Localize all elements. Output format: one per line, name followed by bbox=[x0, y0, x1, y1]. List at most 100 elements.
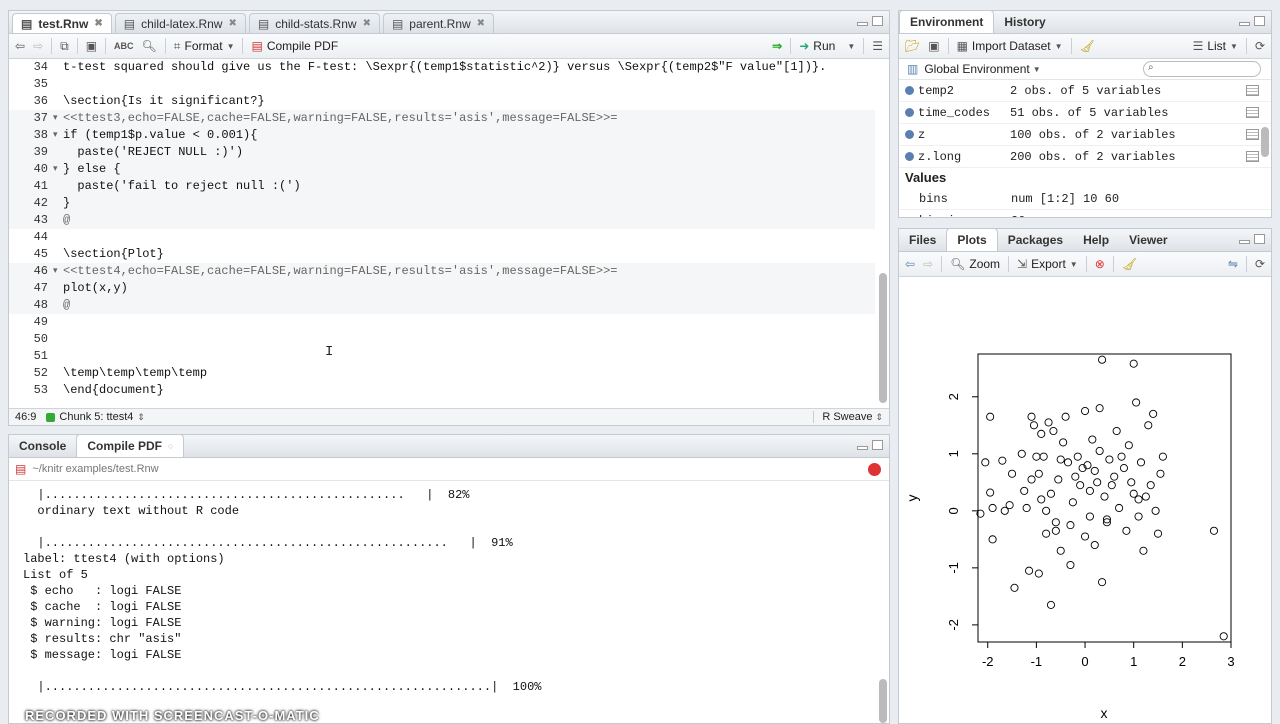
code-line[interactable]: 49 bbox=[9, 314, 875, 331]
console-scrollbar[interactable] bbox=[879, 679, 887, 723]
show-in-window-icon[interactable]: ⧉ bbox=[60, 39, 69, 54]
code-line[interactable]: 34 t-test squared should give us the F-te… bbox=[9, 59, 875, 76]
run-button[interactable]: ➜ Run ▼ bbox=[799, 39, 855, 53]
expand-icon[interactable] bbox=[905, 86, 914, 95]
fold-toggle-icon[interactable] bbox=[53, 297, 63, 314]
env-data-row[interactable]: z 100 obs. of 2 variables bbox=[899, 124, 1271, 146]
env-data-row[interactable]: temp2 2 obs. of 5 variables bbox=[899, 80, 1271, 102]
env-data-row[interactable]: time_codes 51 obs. of 5 variables bbox=[899, 102, 1271, 124]
chunk-indicator[interactable]: Chunk 5: ttest4 ⇕ bbox=[46, 411, 145, 423]
maximize-icon[interactable] bbox=[1254, 234, 1265, 244]
fold-toggle-icon[interactable]: ▾ bbox=[53, 110, 63, 127]
open-folder-icon[interactable]: 📂︎ bbox=[905, 39, 920, 53]
code-line[interactable]: 42} bbox=[9, 195, 875, 212]
code-area[interactable]: 34 t-test squared should give us the F-te… bbox=[9, 59, 875, 399]
back-arrow-icon[interactable]: ⇦ bbox=[15, 39, 25, 53]
tab-child-latex[interactable]: ▤ child-latex.Rnw ✖ bbox=[114, 13, 246, 33]
refresh-icon[interactable]: ⟳ bbox=[1255, 39, 1265, 53]
remove-plot-icon[interactable]: ⊗ bbox=[1095, 257, 1105, 271]
code-line[interactable]: 40 ▾} else { bbox=[9, 161, 875, 178]
code-line[interactable]: 51 bbox=[9, 348, 875, 365]
refresh-icon[interactable]: ⟳ bbox=[1255, 257, 1265, 271]
save-icon[interactable]: ▣ bbox=[86, 39, 97, 53]
tab-history[interactable]: History bbox=[994, 11, 1055, 33]
import-dataset-button[interactable]: ▦ Import Dataset ▼ bbox=[957, 39, 1063, 53]
list-view-button[interactable]: ☰ List ▼ bbox=[1193, 39, 1238, 53]
mode-selector[interactable]: R Sweave ⇕ bbox=[813, 411, 883, 423]
maximize-icon[interactable] bbox=[1254, 16, 1265, 26]
fold-toggle-icon[interactable]: ▾ bbox=[53, 263, 63, 280]
code-line[interactable]: 38 ▾ if (temp1$p.value < 0.001){ bbox=[9, 127, 875, 144]
tab-packages[interactable]: Packages bbox=[998, 229, 1073, 251]
fold-toggle-icon[interactable] bbox=[53, 144, 63, 161]
view-table-icon[interactable] bbox=[1246, 151, 1259, 162]
tab-files[interactable]: Files bbox=[899, 229, 946, 251]
fold-toggle-icon[interactable]: ▾ bbox=[53, 127, 63, 144]
code-line[interactable]: 35 bbox=[9, 76, 875, 93]
close-icon[interactable]: ✖ bbox=[228, 18, 236, 29]
fold-toggle-icon[interactable] bbox=[53, 280, 63, 297]
tab-parent[interactable]: ▤ parent.Rnw ✖ bbox=[382, 13, 495, 33]
save-icon[interactable]: ▣ bbox=[928, 39, 939, 53]
maximize-icon[interactable] bbox=[872, 440, 883, 450]
fold-toggle-icon[interactable] bbox=[53, 93, 63, 110]
fold-toggle-icon[interactable] bbox=[53, 178, 63, 195]
code-line[interactable]: 39 paste('REJECT NULL :)') bbox=[9, 144, 875, 161]
minimize-icon[interactable] bbox=[857, 22, 868, 26]
back-arrow-icon[interactable]: ⇦ bbox=[905, 257, 915, 271]
view-table-icon[interactable] bbox=[1246, 107, 1259, 118]
minimize-icon[interactable] bbox=[1239, 240, 1250, 244]
forward-arrow-icon[interactable]: ⇨ bbox=[923, 257, 933, 271]
env-value-row[interactable]: bins num [1:2] 10 60 bbox=[899, 188, 1271, 210]
expand-icon[interactable] bbox=[905, 130, 914, 139]
export-button[interactable]: ⇲ Export ▼ bbox=[1017, 257, 1078, 271]
code-line[interactable]: 53 \end{document} bbox=[9, 382, 875, 399]
stop-icon[interactable] bbox=[868, 462, 881, 476]
tab-viewer[interactable]: Viewer bbox=[1119, 229, 1177, 251]
fold-toggle-icon[interactable] bbox=[53, 212, 63, 229]
broom-icon[interactable]: 🧹︎ bbox=[1122, 257, 1137, 271]
close-icon[interactable]: ✖ bbox=[477, 18, 485, 29]
fold-toggle-icon[interactable] bbox=[53, 314, 63, 331]
fold-toggle-icon[interactable] bbox=[53, 331, 63, 348]
tab-console[interactable]: Console bbox=[9, 435, 76, 457]
format-button[interactable]: ⌗ Format ▼ bbox=[174, 39, 235, 54]
fold-toggle-icon[interactable] bbox=[53, 246, 63, 263]
fold-toggle-icon[interactable] bbox=[53, 365, 63, 382]
publish-icon[interactable]: ⇋ bbox=[1228, 257, 1238, 271]
code-line[interactable]: 43 @ bbox=[9, 212, 875, 229]
tab-child-stats[interactable]: ▤ child-stats.Rnw ✖ bbox=[248, 13, 380, 33]
minimize-icon[interactable] bbox=[1239, 22, 1250, 26]
spellcheck-icon[interactable]: ABC bbox=[114, 41, 134, 51]
view-table-icon[interactable] bbox=[1246, 85, 1259, 96]
code-line[interactable]: 44 bbox=[9, 229, 875, 246]
fold-toggle-icon[interactable] bbox=[53, 59, 63, 76]
close-icon[interactable]: ✖ bbox=[94, 18, 102, 29]
fold-toggle-icon[interactable] bbox=[53, 195, 63, 212]
code-line[interactable]: 41 paste('fail to reject null :(') bbox=[9, 178, 875, 195]
fold-toggle-icon[interactable] bbox=[53, 382, 63, 399]
scope-selector[interactable]: Global Environment ▼ bbox=[924, 62, 1040, 76]
code-line[interactable]: 48 @ bbox=[9, 297, 875, 314]
code-line[interactable]: 47 plot(x,y) bbox=[9, 280, 875, 297]
zoom-button[interactable]: 🔍︎ Zoom bbox=[950, 257, 1000, 271]
tab-plots[interactable]: Plots bbox=[946, 229, 998, 251]
close-icon[interactable]: ○ bbox=[168, 441, 173, 451]
tab-test-rnw[interactable]: ▤ test.Rnw ✖ bbox=[12, 13, 112, 33]
editor-scrollbar[interactable] bbox=[879, 273, 887, 403]
tab-help[interactable]: Help bbox=[1073, 229, 1119, 251]
code-line[interactable]: 37 ▾ <<ttest3,echo=FALSE,cache=FALSE,warni… bbox=[9, 110, 875, 127]
fold-toggle-icon[interactable] bbox=[53, 76, 63, 93]
code-line[interactable]: 52 \temp\temp\temp\temp bbox=[9, 365, 875, 382]
code-line[interactable]: 36 \section{Is it significant?} bbox=[9, 93, 875, 110]
minimize-icon[interactable] bbox=[857, 446, 868, 450]
forward-arrow-icon[interactable]: ⇨ bbox=[33, 39, 43, 53]
tab-compile-pdf[interactable]: Compile PDF ○ bbox=[76, 435, 185, 457]
run-chunk-icon[interactable]: ⇒ bbox=[772, 39, 782, 53]
close-icon[interactable]: ✖ bbox=[363, 18, 371, 29]
search-icon[interactable]: 🔍︎ bbox=[142, 39, 157, 53]
expand-icon[interactable] bbox=[905, 152, 914, 161]
environment-scrollbar[interactable] bbox=[1261, 127, 1269, 157]
expand-icon[interactable] bbox=[905, 108, 914, 117]
env-value-row[interactable]: binsize20 bbox=[899, 210, 1271, 218]
